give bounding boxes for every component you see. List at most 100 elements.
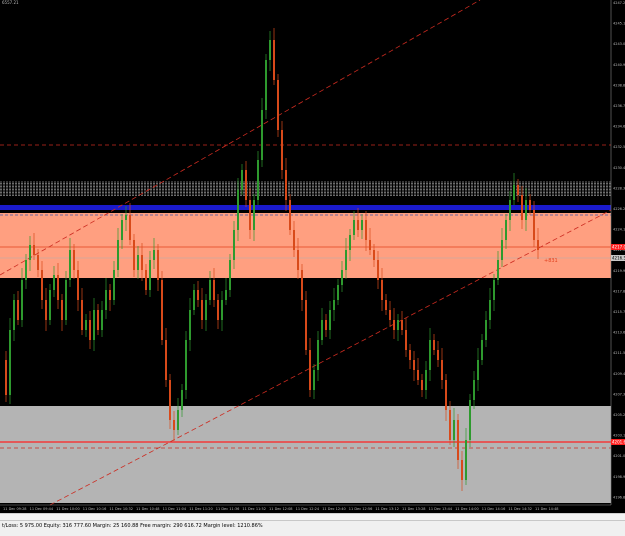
candle-body bbox=[317, 340, 319, 370]
candle-body bbox=[21, 280, 23, 320]
candle-body bbox=[449, 410, 451, 440]
candle-body bbox=[529, 200, 531, 210]
candle-body bbox=[81, 300, 83, 330]
candle-body bbox=[433, 340, 435, 350]
profit-annotation: +831 bbox=[544, 258, 558, 264]
candle-body bbox=[53, 275, 55, 290]
candle-body bbox=[213, 280, 215, 300]
candle-body bbox=[413, 360, 415, 370]
candle-body bbox=[357, 220, 359, 230]
candle-body bbox=[141, 255, 143, 270]
time-tick-label: 11 Dec 14:16 bbox=[482, 507, 506, 511]
candle-body bbox=[61, 300, 63, 320]
candle-body bbox=[477, 360, 479, 380]
candle-body bbox=[425, 370, 427, 390]
candle-body bbox=[205, 300, 207, 320]
candle-body bbox=[277, 80, 279, 130]
level-price-label: 4201.6 bbox=[612, 440, 625, 445]
price-tick-label: 4217.80 bbox=[613, 289, 625, 293]
time-tick-label: 11 Dec 12:40 bbox=[322, 507, 346, 511]
candle-body bbox=[45, 300, 47, 320]
price-tick-label: 4234.60 bbox=[613, 125, 625, 129]
price-tick-label: 4236.70 bbox=[613, 104, 625, 108]
candle-body bbox=[441, 360, 443, 380]
chart-scrollbar[interactable] bbox=[0, 513, 625, 520]
time-tick-label: 11 Dec 14:32 bbox=[508, 507, 532, 511]
time-tick-label: 11 Dec 13:12 bbox=[375, 507, 399, 511]
candle-body bbox=[377, 260, 379, 280]
price-tick-label: 4198.90 bbox=[613, 475, 625, 479]
candle-body bbox=[297, 250, 299, 270]
price-chart[interactable]: 4247.20 4245.10 4243.00 4240.90 4238.80 4236.… bbox=[0, 0, 625, 536]
candle-body bbox=[169, 380, 171, 420]
candle-body bbox=[305, 300, 307, 350]
candle-body bbox=[157, 250, 159, 280]
candle-body bbox=[113, 270, 115, 300]
candle-body bbox=[253, 200, 255, 230]
candle-body bbox=[517, 185, 519, 195]
candle-body bbox=[489, 300, 491, 320]
candle-body bbox=[461, 460, 463, 480]
price-tick-label: 4207.30 bbox=[613, 392, 625, 396]
candle-body bbox=[533, 210, 535, 240]
price-tick-label: 4205.20 bbox=[613, 413, 625, 417]
candle-body bbox=[437, 350, 439, 360]
candle-body bbox=[133, 240, 135, 270]
candle-body bbox=[505, 220, 507, 240]
candle-body bbox=[261, 110, 263, 160]
support-zone bbox=[0, 406, 611, 503]
candle-body bbox=[17, 300, 19, 320]
candle-body bbox=[241, 170, 243, 190]
candle-body bbox=[9, 330, 11, 395]
candle-body bbox=[481, 340, 483, 360]
candle-body bbox=[273, 40, 275, 80]
candle-body bbox=[13, 300, 15, 330]
time-tick-label: 11 Dec 12:24 bbox=[296, 507, 320, 511]
candle-body bbox=[121, 220, 123, 240]
price-tick-label: 4209.40 bbox=[613, 372, 625, 376]
price-tick-label: 4211.50 bbox=[613, 351, 625, 355]
current-price-label: 4217.0 bbox=[612, 245, 625, 250]
candle-body bbox=[201, 300, 203, 320]
time-tick-label: 11 Dec 14:48 bbox=[535, 507, 559, 511]
candle-body bbox=[285, 170, 287, 200]
candle-body bbox=[85, 320, 87, 330]
candle-body bbox=[173, 420, 175, 430]
candle-body bbox=[49, 290, 51, 320]
candle-body bbox=[369, 240, 371, 250]
candle-body bbox=[5, 360, 7, 395]
candle-body bbox=[293, 230, 295, 250]
price-tick-label: 4196.80 bbox=[613, 495, 625, 499]
candle-body bbox=[65, 280, 67, 320]
candle-body bbox=[341, 270, 343, 285]
candle-body bbox=[197, 290, 199, 300]
candle-body bbox=[365, 220, 367, 240]
candle-body bbox=[473, 380, 475, 400]
candle-body bbox=[137, 255, 139, 270]
candle-body bbox=[77, 270, 79, 300]
candle-body bbox=[73, 250, 75, 270]
candle-body bbox=[105, 290, 107, 310]
status-bar: t/Loss: 5 975.00 Equity: 316 777.60 Marg… bbox=[0, 520, 625, 536]
time-tick-label: 11 Dec 09:44 bbox=[30, 507, 54, 511]
time-tick-label: 11 Dec 10:00 bbox=[56, 507, 80, 511]
price-tick-label: 4230.40 bbox=[613, 166, 625, 170]
price-tick-label: 4228.30 bbox=[613, 186, 625, 190]
candle-body bbox=[453, 420, 455, 440]
candle-body bbox=[93, 310, 95, 340]
candle-body bbox=[249, 200, 251, 230]
candle-body bbox=[41, 270, 43, 300]
time-tick-label: 11 Dec 11:04 bbox=[163, 507, 187, 511]
candle-body bbox=[57, 275, 59, 300]
price-tick-label: 4247.20 bbox=[613, 1, 625, 5]
candle-body bbox=[237, 190, 239, 230]
price-tick-label: 4243.00 bbox=[613, 42, 625, 46]
candle-body bbox=[89, 320, 91, 340]
price-tick-label: 4201.00 bbox=[613, 454, 625, 458]
candle-body bbox=[521, 195, 523, 220]
candle-body bbox=[225, 290, 227, 300]
price-tick-label: 4213.60 bbox=[613, 331, 625, 335]
candle-body bbox=[109, 290, 111, 300]
candle-body bbox=[381, 280, 383, 300]
time-tick-label: 11 Dec 12:56 bbox=[349, 507, 373, 511]
